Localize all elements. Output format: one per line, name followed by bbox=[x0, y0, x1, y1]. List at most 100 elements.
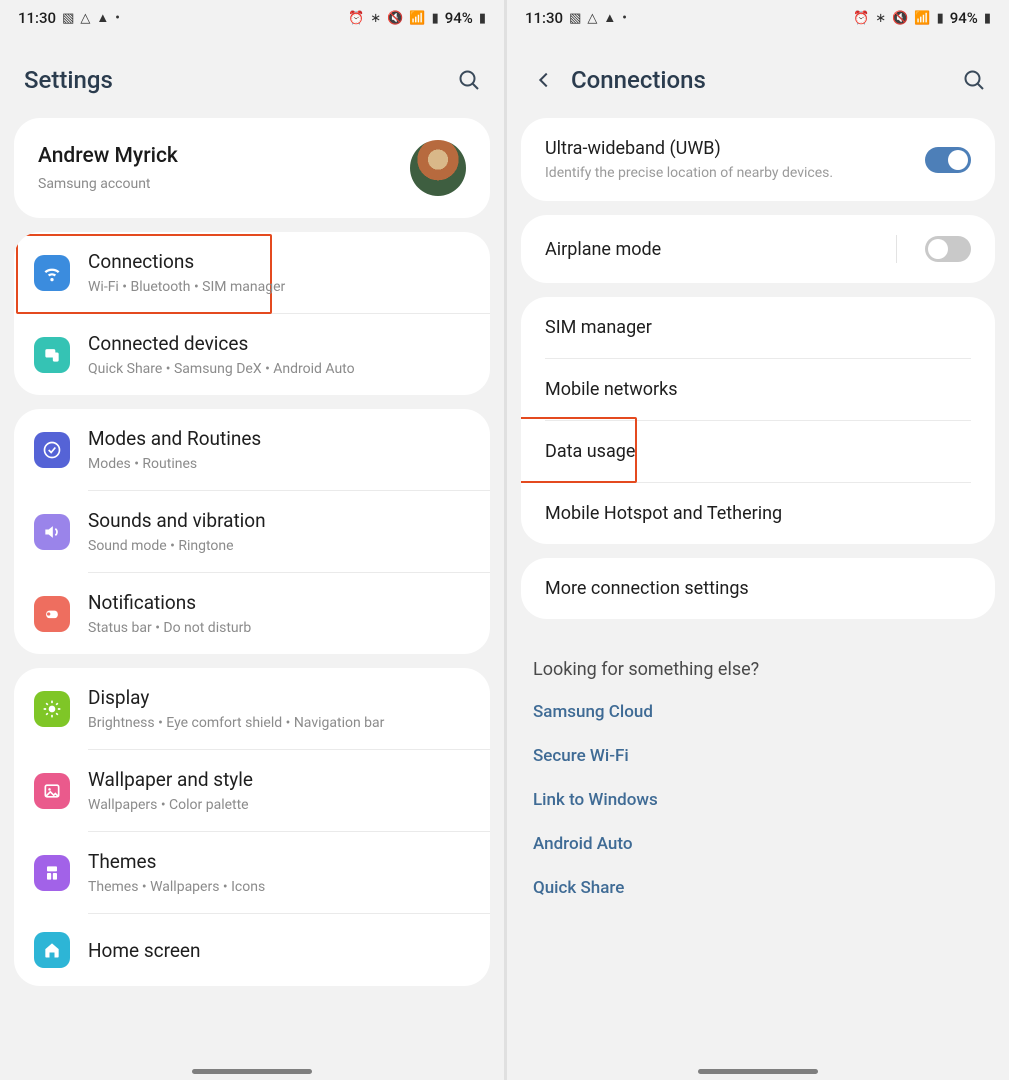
row-hotspot[interactable]: Mobile Hotspot and Tethering bbox=[521, 483, 995, 544]
settings-group: Connections Wi-Fi • Bluetooth • SIM mana… bbox=[14, 232, 490, 395]
image-icon bbox=[34, 773, 70, 809]
status-time: 11:30 bbox=[18, 9, 56, 27]
bluetooth-icon: ∗ bbox=[370, 11, 381, 26]
item-sub: Modes • Routines bbox=[88, 456, 470, 472]
card-more: More connection settings bbox=[521, 558, 995, 619]
row-uwb[interactable]: Ultra-wideband (UWB) Identify the precis… bbox=[521, 118, 995, 201]
dot-icon: • bbox=[115, 11, 120, 26]
row-sim-manager[interactable]: SIM manager bbox=[521, 297, 995, 358]
row-title: Airplane mode bbox=[545, 239, 882, 260]
alarm-icon: ⏰ bbox=[348, 11, 364, 26]
status-bar: 11:30 ▧ △ ▲ • ⏰ ∗ 🔇 📶 ▮ 94% ▮ bbox=[0, 0, 504, 36]
settings-group: Display Brightness • Eye comfort shield … bbox=[14, 668, 490, 986]
row-sub: Identify the precise location of nearby … bbox=[545, 165, 911, 181]
row-title: SIM manager bbox=[545, 317, 652, 338]
connections-header: Connections bbox=[507, 36, 1009, 118]
item-label: Notifications bbox=[88, 591, 470, 614]
item-label: Connected devices bbox=[88, 332, 470, 355]
toggle-uwb[interactable] bbox=[925, 147, 971, 173]
status-bar: 11:30 ▧ △ ▲ • ⏰ ∗ 🔇 📶 ▮ 94% ▮ bbox=[507, 0, 1009, 36]
item-label: Sounds and vibration bbox=[88, 509, 470, 532]
item-sub: Quick Share • Samsung DeX • Android Auto bbox=[88, 361, 470, 377]
search-button[interactable] bbox=[456, 67, 482, 93]
devices-icon bbox=[34, 337, 70, 373]
settings-item-homescreen[interactable]: Home screen bbox=[14, 914, 490, 986]
sun-icon bbox=[34, 691, 70, 727]
drive-icon: △ bbox=[587, 11, 597, 26]
card-airplane: Airplane mode bbox=[521, 215, 995, 283]
wifi-icon: 📶 bbox=[409, 11, 425, 26]
app-icon: ▲ bbox=[603, 10, 616, 26]
row-title: Data usage bbox=[545, 441, 635, 462]
row-more-settings[interactable]: More connection settings bbox=[521, 558, 995, 619]
wifi-icon: 📶 bbox=[914, 11, 930, 26]
page-title: Settings bbox=[24, 66, 442, 94]
settings-item-wallpaper[interactable]: Wallpaper and style Wallpapers • Color p… bbox=[14, 750, 490, 831]
nav-handle[interactable] bbox=[698, 1069, 818, 1074]
row-mobile-networks[interactable]: Mobile networks bbox=[521, 359, 995, 420]
dot-icon: • bbox=[622, 11, 627, 26]
app-icon: ▲ bbox=[96, 10, 109, 26]
item-label: Home screen bbox=[88, 939, 470, 962]
settings-pane: 11:30 ▧ △ ▲ • ⏰ ∗ 🔇 📶 ▮ 94% ▮ Settings A… bbox=[0, 0, 504, 1080]
avatar[interactable] bbox=[410, 140, 466, 196]
gallery-icon: ▧ bbox=[569, 11, 581, 26]
alarm-icon: ⏰ bbox=[853, 11, 869, 26]
row-title: Ultra-wideband (UWB) bbox=[545, 138, 911, 159]
item-label: Connections bbox=[88, 250, 470, 273]
bell-icon bbox=[34, 596, 70, 632]
wifi-icon bbox=[34, 255, 70, 291]
item-sub: Status bar • Do not disturb bbox=[88, 620, 470, 636]
item-label: Display bbox=[88, 686, 470, 709]
settings-group: Modes and Routines Modes • Routines Soun… bbox=[14, 409, 490, 654]
check-icon bbox=[34, 432, 70, 468]
battery-icon: ▮ bbox=[984, 11, 991, 26]
item-sub: Sound mode • Ringtone bbox=[88, 538, 470, 554]
link-quick-share[interactable]: Quick Share bbox=[507, 866, 1009, 910]
mute-icon: 🔇 bbox=[387, 11, 403, 26]
separator bbox=[896, 235, 897, 263]
settings-item-display[interactable]: Display Brightness • Eye comfort shield … bbox=[14, 668, 490, 749]
settings-item-connections[interactable]: Connections Wi-Fi • Bluetooth • SIM mana… bbox=[14, 232, 490, 313]
item-label: Modes and Routines bbox=[88, 427, 470, 450]
nav-handle[interactable] bbox=[192, 1069, 312, 1074]
item-label: Themes bbox=[88, 850, 470, 873]
item-sub: Wi-Fi • Bluetooth • SIM manager bbox=[88, 279, 470, 295]
link-android-auto[interactable]: Android Auto bbox=[507, 822, 1009, 866]
home-icon bbox=[34, 932, 70, 968]
card-connections-list: SIM manager Mobile networks Data usage M… bbox=[521, 297, 995, 544]
signal-icon: ▮ bbox=[432, 11, 439, 26]
row-data-usage[interactable]: Data usage bbox=[521, 421, 995, 482]
settings-item-notifications[interactable]: Notifications Status bar • Do not distur… bbox=[14, 573, 490, 654]
status-battery: 94% bbox=[950, 9, 978, 27]
account-sub: Samsung account bbox=[38, 176, 410, 192]
item-sub: Wallpapers • Color palette bbox=[88, 797, 470, 813]
row-title: More connection settings bbox=[545, 578, 749, 599]
link-secure-wifi[interactable]: Secure Wi-Fi bbox=[507, 734, 1009, 778]
settings-item-connected-devices[interactable]: Connected devices Quick Share • Samsung … bbox=[14, 314, 490, 395]
drive-icon: △ bbox=[80, 11, 90, 26]
card-uwb: Ultra-wideband (UWB) Identify the precis… bbox=[521, 118, 995, 201]
item-sub: Brightness • Eye comfort shield • Naviga… bbox=[88, 715, 470, 731]
looking-heading: Looking for something else? bbox=[507, 633, 1009, 690]
settings-header: Settings bbox=[0, 36, 504, 118]
status-time: 11:30 bbox=[525, 9, 563, 27]
toggle-airplane[interactable] bbox=[925, 236, 971, 262]
account-card[interactable]: Andrew Myrick Samsung account bbox=[14, 118, 490, 218]
item-label: Wallpaper and style bbox=[88, 768, 470, 791]
link-link-to-windows[interactable]: Link to Windows bbox=[507, 778, 1009, 822]
row-title: Mobile Hotspot and Tethering bbox=[545, 503, 782, 524]
settings-item-themes[interactable]: Themes Themes • Wallpapers • Icons bbox=[14, 832, 490, 913]
gallery-icon: ▧ bbox=[62, 11, 74, 26]
link-samsung-cloud[interactable]: Samsung Cloud bbox=[507, 690, 1009, 734]
settings-item-modes[interactable]: Modes and Routines Modes • Routines bbox=[14, 409, 490, 490]
settings-item-sounds[interactable]: Sounds and vibration Sound mode • Ringto… bbox=[14, 491, 490, 572]
account-name: Andrew Myrick bbox=[38, 144, 410, 168]
search-button[interactable] bbox=[961, 67, 987, 93]
theme-icon bbox=[34, 855, 70, 891]
page-title: Connections bbox=[571, 66, 947, 94]
row-title: Mobile networks bbox=[545, 379, 678, 400]
battery-icon: ▮ bbox=[479, 11, 486, 26]
back-button[interactable] bbox=[531, 67, 557, 93]
row-airplane[interactable]: Airplane mode bbox=[521, 215, 995, 283]
